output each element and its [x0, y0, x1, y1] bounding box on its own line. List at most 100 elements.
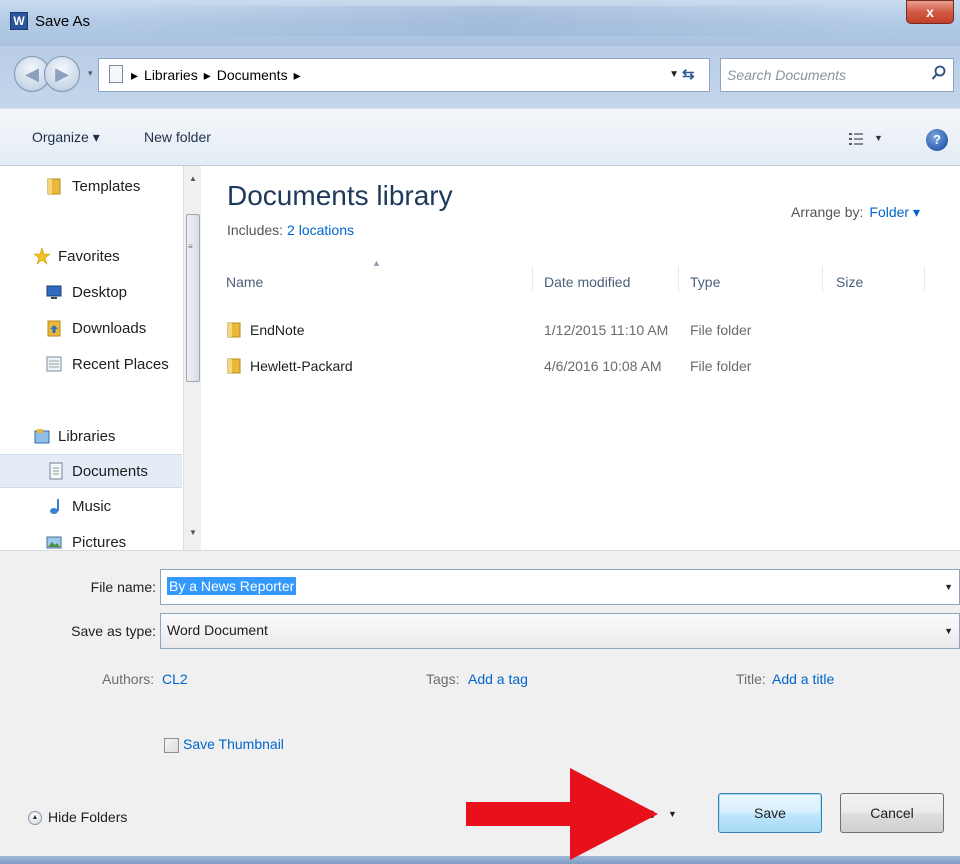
nav-item-label: Downloads — [72, 320, 147, 337]
includes-locations-link[interactable]: 2 locations — [287, 222, 354, 238]
column-divider[interactable] — [532, 266, 533, 292]
scrollbar-thumb[interactable] — [186, 214, 200, 382]
nav-item-music[interactable]: Music — [0, 490, 182, 524]
column-header-name[interactable]: Name — [226, 274, 263, 290]
file-name-field[interactable]: By a News Reporter ▼ — [160, 569, 960, 605]
music-icon — [50, 499, 59, 514]
nav-item-documents[interactable]: Documents — [0, 454, 182, 488]
save-as-type-select[interactable]: Word Document ▼ — [160, 613, 960, 649]
nav-item-downloads[interactable]: Downloads — [0, 312, 182, 346]
desktop-icon — [46, 285, 62, 299]
window-title: Save As — [35, 13, 91, 30]
file-name-label: File name: — [90, 579, 156, 595]
command-toolbar: Organize ▾ New folder ▼ ? — [0, 108, 960, 166]
nav-item-templates[interactable]: Templates — [0, 170, 182, 204]
hide-folders-label: Hide Folders — [48, 809, 128, 825]
column-header-size[interactable]: Size — [836, 274, 863, 290]
breadcrumb-documents[interactable]: Documents — [217, 67, 288, 83]
arrange-by-label: Arrange by: — [791, 204, 864, 220]
forward-button[interactable]: ▶ — [44, 56, 80, 92]
folder-icon — [47, 178, 61, 195]
navigation-pane: Templates Favorites Desktop Downloads Re… — [0, 166, 182, 550]
collapse-up-icon: ▲ — [28, 811, 42, 825]
file-name: Hewlett-Packard — [250, 358, 353, 374]
file-row[interactable]: Hewlett-Packard 4/6/2016 10:08 AM File f… — [222, 352, 922, 382]
column-divider[interactable] — [678, 266, 679, 292]
folder-icon — [227, 358, 241, 374]
nav-item-label: Libraries — [58, 428, 116, 445]
view-list-icon — [849, 133, 863, 145]
breadcrumb-separator-icon[interactable]: ▸ — [204, 67, 211, 83]
pictures-icon — [46, 536, 62, 549]
nav-item-desktop[interactable]: Desktop — [0, 276, 182, 310]
chevron-down-icon[interactable]: ▼ — [944, 582, 953, 592]
save-button[interactable]: Save — [718, 793, 822, 833]
recent-places-icon — [46, 356, 62, 372]
nav-item-pictures[interactable]: Pictures — [0, 526, 182, 550]
save-thumbnail-label[interactable]: Save Thumbnail — [183, 736, 284, 752]
libraries-icon — [34, 429, 50, 444]
sort-caret-icon: ▲ — [372, 258, 381, 268]
chevron-down-icon[interactable]: ▼ — [944, 626, 953, 636]
nav-item-label: Desktop — [72, 284, 128, 301]
library-includes: Includes: 2 locations — [227, 222, 354, 238]
title-field[interactable]: Add a title — [772, 671, 834, 687]
annotation-arrow-icon — [466, 768, 658, 860]
change-view-button[interactable]: ▼ — [848, 131, 888, 151]
cancel-button[interactable]: Cancel — [840, 793, 944, 833]
downloads-folder-icon — [47, 320, 61, 337]
nav-item-label: Favorites — [58, 248, 120, 265]
navigation-scrollbar[interactable]: ▲ ≡ ▼ — [183, 166, 201, 550]
scrollbar-grip-icon: ≡ — [188, 242, 193, 251]
nav-item-recent-places[interactable]: Recent Places — [0, 348, 182, 382]
nav-item-label: Templates — [72, 178, 141, 195]
chevron-down-icon: ▼ — [874, 133, 883, 143]
arrange-by-dropdown[interactable]: Folder ▾ — [869, 204, 920, 220]
file-row[interactable]: EndNote 1/12/2015 11:10 AM File folder — [222, 316, 922, 346]
nav-item-label: Documents — [72, 463, 148, 480]
file-type: File folder — [690, 358, 752, 374]
column-header-type[interactable]: Type — [690, 274, 720, 290]
save-as-type-value: Word Document — [167, 622, 268, 638]
nav-item-libraries[interactable]: Libraries — [0, 420, 182, 454]
search-icon[interactable] — [931, 65, 947, 81]
help-icon[interactable]: ? — [926, 129, 948, 151]
nav-item-label: Pictures — [72, 534, 127, 550]
recent-locations-dropdown-icon[interactable]: ▾ — [88, 68, 93, 79]
file-date: 1/12/2015 11:10 AM — [544, 322, 669, 338]
save-as-type-label: Save as type: — [71, 623, 156, 639]
scroll-up-icon[interactable]: ▲ — [189, 174, 197, 183]
title-label: Title: — [736, 671, 766, 687]
tags-field[interactable]: Add a tag — [468, 671, 528, 687]
chevron-down-icon: ▼ — [668, 809, 677, 819]
address-bar-row: ◀ ▶ ▾ ▸ Libraries ▸ Documents ▸ ▼ ⇆ — [0, 46, 960, 108]
close-button[interactable]: x — [906, 0, 954, 24]
authors-field[interactable]: CL2 — [162, 671, 188, 687]
breadcrumb-separator-icon[interactable]: ▸ — [131, 67, 138, 83]
address-bar[interactable]: ▸ Libraries ▸ Documents ▸ ▼ — [98, 58, 710, 92]
address-history-dropdown-icon[interactable]: ▼ — [669, 69, 679, 80]
authors-label: Authors: — [102, 671, 155, 687]
column-divider[interactable] — [924, 266, 925, 292]
scroll-down-icon[interactable]: ▼ — [189, 528, 197, 537]
breadcrumb-separator-icon[interactable]: ▸ — [294, 67, 301, 83]
breadcrumb-libraries[interactable]: Libraries — [144, 67, 198, 83]
column-divider[interactable] — [822, 266, 823, 292]
word-app-icon: W — [10, 12, 28, 30]
organize-button[interactable]: Organize ▾ — [32, 129, 100, 146]
refresh-icon[interactable]: ⇆ — [682, 65, 704, 85]
breadcrumb: ▸ Libraries ▸ Documents ▸ — [131, 67, 307, 84]
column-header-date-modified[interactable]: Date modified — [544, 274, 630, 290]
search-input[interactable] — [727, 64, 927, 86]
new-folder-button[interactable]: New folder — [144, 129, 211, 145]
save-thumbnail-checkbox[interactable] — [164, 738, 179, 753]
file-name-input[interactable]: By a News Reporter — [167, 577, 297, 595]
title-bar: W Save As x — [0, 0, 960, 46]
tags-label: Tags: — [426, 671, 460, 687]
file-type: File folder — [690, 322, 752, 338]
search-box[interactable] — [720, 58, 954, 92]
folder-icon — [227, 322, 241, 338]
star-icon — [34, 247, 50, 265]
nav-item-favorites[interactable]: Favorites — [0, 240, 182, 274]
dialog-body: Templates Favorites Desktop Downloads Re… — [0, 166, 960, 550]
